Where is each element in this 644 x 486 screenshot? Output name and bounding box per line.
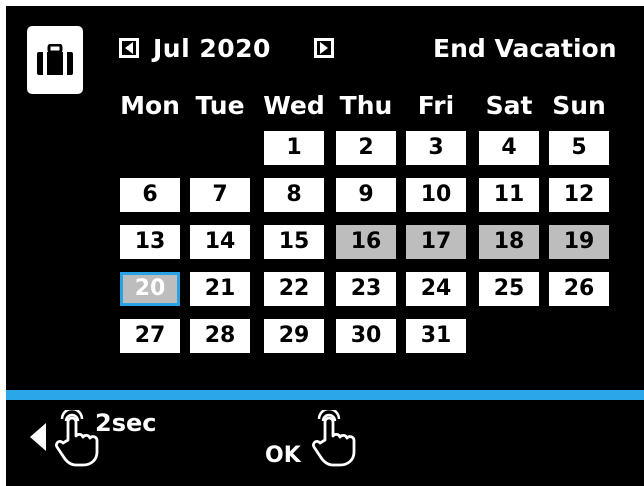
triangle-right-icon [320, 42, 328, 54]
calendar-day[interactable]: 25 [479, 272, 539, 306]
weekday-label: Mon [120, 91, 180, 120]
weekday-label: Wed [263, 91, 325, 120]
suitcase-icon [37, 44, 73, 75]
next-month-button[interactable] [314, 38, 334, 58]
ok-label[interactable]: OK [265, 442, 301, 470]
calendar-day[interactable]: 2 [336, 131, 396, 165]
calendar-day[interactable]: 28 [190, 319, 250, 353]
calendar-day[interactable]: 23 [336, 272, 396, 306]
footer-divider [6, 390, 644, 400]
weekday-label: Sat [485, 91, 533, 120]
calendar-day[interactable]: 9 [336, 178, 396, 212]
calendar-day[interactable]: 22 [264, 272, 324, 306]
hand-pointer-icon [55, 410, 99, 467]
calendar-day[interactable]: 7 [190, 178, 250, 212]
calendar-day[interactable]: 20 [120, 272, 180, 306]
calendar-day[interactable]: 4 [479, 131, 539, 165]
calendar-day[interactable]: 26 [549, 272, 609, 306]
calendar-day[interactable]: 31 [406, 319, 466, 353]
back-arrow-icon[interactable] [30, 423, 46, 451]
calendar-day[interactable]: 24 [406, 272, 466, 306]
thermostat-screen: Jul 2020 End Vacation Mon Tue Wed Thu Fri Sat… [6, 6, 644, 486]
weekday-label: Tue [195, 91, 245, 120]
calendar-day[interactable]: 27 [120, 319, 180, 353]
calendar-day[interactable]: 8 [264, 178, 324, 212]
calendar-day[interactable]: 1 [264, 131, 324, 165]
hand-pointer-icon[interactable] [311, 410, 357, 468]
calendar-day[interactable]: 12 [549, 178, 609, 212]
calendar-day[interactable]: 11 [479, 178, 539, 212]
month-label: Jul 2020 [153, 34, 271, 63]
weekday-label: Sun [552, 91, 606, 120]
calendar-day[interactable]: 13 [120, 225, 180, 259]
calendar-day[interactable]: 3 [406, 131, 466, 165]
calendar-day[interactable]: 16 [336, 225, 396, 259]
vacation-mode-button[interactable] [27, 26, 83, 94]
prev-month-button[interactable] [119, 38, 139, 58]
calendar-day[interactable]: 19 [549, 225, 609, 259]
calendar-day[interactable]: 18 [479, 225, 539, 259]
triangle-left-icon [125, 42, 133, 54]
weekday-label: Fri [417, 91, 455, 120]
calendar-day[interactable]: 10 [406, 178, 466, 212]
weekday-label: Thu [339, 91, 393, 120]
calendar-day[interactable]: 6 [120, 178, 180, 212]
calendar-day[interactable]: 17 [406, 225, 466, 259]
end-vacation-button[interactable]: End Vacation [433, 33, 617, 65]
calendar-day[interactable]: 29 [264, 319, 324, 353]
calendar-day[interactable]: 5 [549, 131, 609, 165]
calendar-day[interactable]: 21 [190, 272, 250, 306]
calendar-day[interactable]: 14 [190, 225, 250, 259]
calendar-day[interactable]: 30 [336, 319, 396, 353]
calendar-day[interactable]: 15 [264, 225, 324, 259]
hold-duration-label: 2sec [95, 409, 157, 437]
